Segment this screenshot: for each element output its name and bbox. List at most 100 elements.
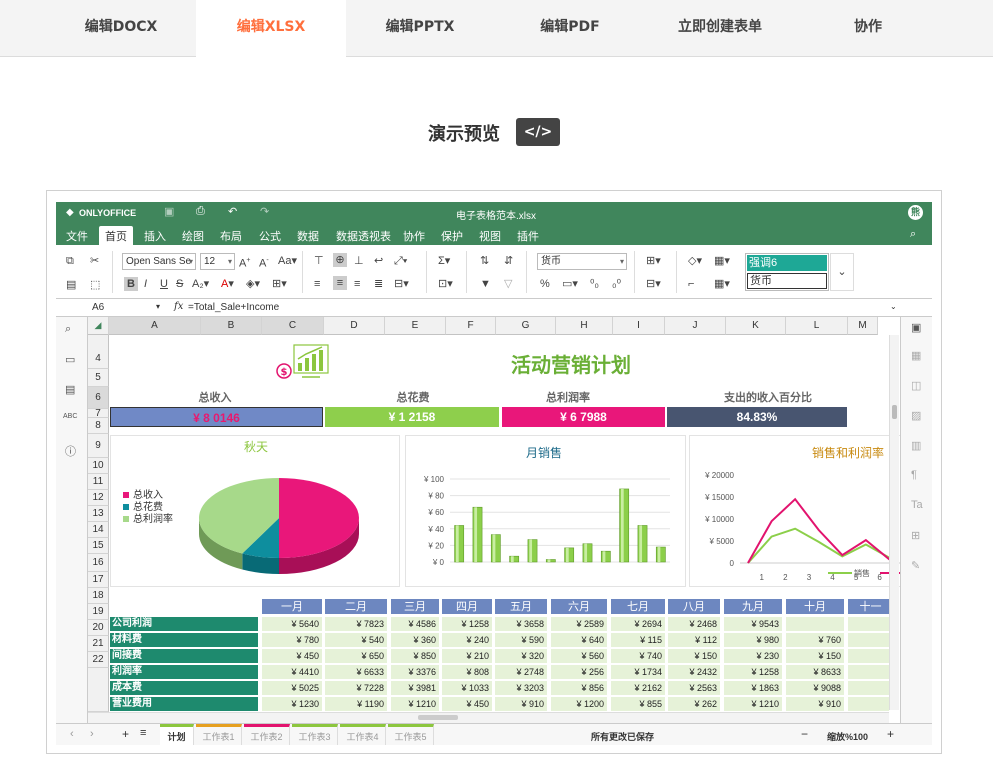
table-cell[interactable]: ¥ 640 — [551, 633, 607, 647]
table-cell[interactable]: ¥ 855 — [611, 697, 665, 711]
table-cell[interactable]: ¥ 210 — [442, 649, 492, 663]
sheet-grid[interactable]: ◢ ABCDEFGHIJKLM 4 5 6 7 8 9 10 11 12 13 14 15 16 17 18… — [88, 317, 900, 723]
table-cell[interactable]: ¥ 1863 — [724, 681, 782, 695]
table-cell[interactable]: ¥ 850 — [391, 649, 439, 663]
cut-icon[interactable]: ✂ — [90, 254, 99, 268]
sort-desc-icon[interactable]: ⇵ — [504, 254, 513, 268]
vertical-scrollbar[interactable] — [889, 335, 899, 710]
table-cell[interactable]: ¥ 112 — [668, 633, 720, 647]
undo-icon[interactable]: ↶ — [228, 205, 237, 218]
table-cell[interactable]: ¥ 115 — [611, 633, 665, 647]
column-header[interactable]: L — [786, 317, 848, 335]
menu-file[interactable]: 文件 — [66, 228, 88, 244]
autosum-icon[interactable]: Σ▾ — [438, 254, 450, 268]
save-icon[interactable]: ▣ — [164, 205, 174, 218]
italic-button[interactable]: I — [144, 277, 147, 291]
percent-icon[interactable]: % — [540, 277, 550, 291]
table-cell[interactable]: ¥ 450 — [442, 697, 492, 711]
kpi-revenue[interactable]: ¥ 8 0146 — [110, 407, 323, 427]
print-icon[interactable]: ⎙ — [196, 205, 205, 218]
line-chart[interactable]: 销售和利润率 ¥ 20000 ¥ 15000 ¥ 10000 ¥ 5000 0 1 2 3 4 5… — [689, 435, 900, 587]
row-header[interactable]: 10 — [88, 458, 109, 474]
table-cell[interactable]: ¥ 2748 — [495, 665, 547, 679]
increase-font-icon[interactable]: A+ — [239, 254, 250, 271]
row-header[interactable]: 15 — [88, 538, 109, 554]
column-header[interactable]: B — [201, 317, 262, 335]
row-header[interactable]: 21 — [88, 636, 109, 652]
table-cell[interactable]: ¥ 1190 — [325, 697, 387, 711]
search-icon[interactable]: ⌕ — [910, 228, 916, 241]
copy-icon[interactable]: ⧉ — [66, 254, 74, 268]
table-cell[interactable]: ¥ 1734 — [611, 665, 665, 679]
table-cell[interactable]: ¥ 240 — [442, 633, 492, 647]
chart-settings-icon[interactable]: ▥ — [911, 439, 921, 452]
formula-input[interactable]: =Total_Sale+Income — [188, 302, 279, 313]
horizontal-scrollbar[interactable] — [88, 712, 889, 723]
table-cell[interactable]: ¥ 2563 — [668, 681, 720, 695]
row-header[interactable]: 11 — [88, 474, 109, 490]
textart-settings-icon[interactable]: Ta — [911, 499, 923, 511]
table-cell[interactable]: ¥ 4586 — [391, 617, 439, 631]
strikethrough-button[interactable]: S — [176, 277, 183, 291]
kpi-expense[interactable]: ¥ 1 2158 — [325, 407, 499, 427]
styles-expand-icon[interactable]: ⌄ — [830, 253, 854, 291]
chat-icon[interactable]: ▤ — [65, 383, 75, 396]
clear-filter-icon[interactable]: ▽ — [504, 277, 512, 291]
borders-icon[interactable]: ⊞▾ — [272, 277, 287, 291]
row-header[interactable]: 9 — [88, 434, 109, 458]
align-center-icon[interactable]: ≡ — [333, 276, 347, 290]
row-header[interactable]: 17 — [88, 572, 109, 588]
table-cell[interactable]: ¥ 1258 — [442, 617, 492, 631]
text-orientation-icon[interactable]: ⤢▾ — [394, 254, 407, 268]
table-cell[interactable]: ¥ 1200 — [551, 697, 607, 711]
zoom-in-icon[interactable]: + — [887, 727, 894, 741]
sheet-tab[interactable]: 工作表5 — [388, 724, 434, 745]
menu-plugins[interactable]: 插件 — [517, 228, 539, 244]
column-header[interactable]: M — [848, 317, 878, 335]
prev-sheet-icon[interactable]: ‹ — [70, 728, 74, 740]
sheet-tab[interactable]: 工作表3 — [292, 724, 338, 745]
menu-layout[interactable]: 布局 — [220, 228, 242, 244]
font-size-select[interactable]: 12 ▾ — [200, 253, 235, 270]
row-header[interactable]: 16 — [88, 554, 109, 572]
signature-settings-icon[interactable]: ✎ — [911, 559, 920, 572]
named-range-icon[interactable]: ⊡▾ — [438, 277, 453, 291]
pie-chart[interactable]: 秋天 总收入 总花费 总利润率 — [110, 435, 400, 587]
increase-decimal-icon[interactable]: ₀⁰ — [612, 277, 621, 291]
table-cell[interactable]: ¥ 856 — [551, 681, 607, 695]
fill-color-icon[interactable]: ◈▾ — [246, 277, 260, 291]
table-cell[interactable]: ¥ 590 — [495, 633, 547, 647]
table-cell[interactable]: ¥ 6633 — [325, 665, 387, 679]
bar-chart[interactable]: 月销售 ¥ 100 ¥ 80 ¥ 60 ¥ 40 ¥ 20 ¥ 0 — [405, 435, 686, 587]
table-cell[interactable]: ¥ 2162 — [611, 681, 665, 695]
menu-protect[interactable]: 保护 — [441, 228, 463, 244]
sheet-tab[interactable]: 工作表2 — [244, 724, 290, 745]
column-header[interactable]: C — [262, 317, 324, 335]
tab-edit-xlsx[interactable]: 编辑XLSX — [196, 0, 346, 58]
row-header[interactable]: 20 — [88, 620, 109, 636]
menu-home[interactable]: 首页 — [99, 226, 133, 245]
column-header[interactable]: G — [496, 317, 556, 335]
table-cell[interactable]: ¥ 8633 — [786, 665, 844, 679]
column-header[interactable]: H — [556, 317, 613, 335]
table-cell[interactable]: ¥ 3658 — [495, 617, 547, 631]
accounting-icon[interactable]: ▭▾ — [562, 277, 578, 291]
tab-edit-docx[interactable]: 编辑DOCX — [62, 0, 180, 57]
style-preview[interactable]: 强调6 货币 — [745, 253, 829, 291]
table-cell[interactable]: ¥ 650 — [325, 649, 387, 663]
table-cell[interactable]: ¥ 980 — [724, 633, 782, 647]
scroll-thumb[interactable] — [892, 405, 897, 419]
table-cell[interactable]: ¥ 3376 — [391, 665, 439, 679]
table-cell[interactable]: ¥ 230 — [724, 649, 782, 663]
table-cell[interactable]: ¥ 910 — [495, 697, 547, 711]
table-cell[interactable] — [848, 617, 889, 631]
decrease-decimal-icon[interactable]: ⁰₀ — [590, 277, 599, 291]
filter-icon[interactable]: ▼ — [480, 277, 491, 291]
row-header[interactable]: 13 — [88, 506, 109, 522]
style-currency[interactable]: 货币 — [747, 273, 827, 289]
table-cell[interactable]: ¥ 1033 — [442, 681, 492, 695]
table-cell[interactable]: ¥ 262 — [668, 697, 720, 711]
align-right-icon[interactable]: ≡ — [354, 277, 360, 291]
bold-button[interactable]: B — [124, 277, 138, 291]
table-cell[interactable]: ¥ 1210 — [724, 697, 782, 711]
